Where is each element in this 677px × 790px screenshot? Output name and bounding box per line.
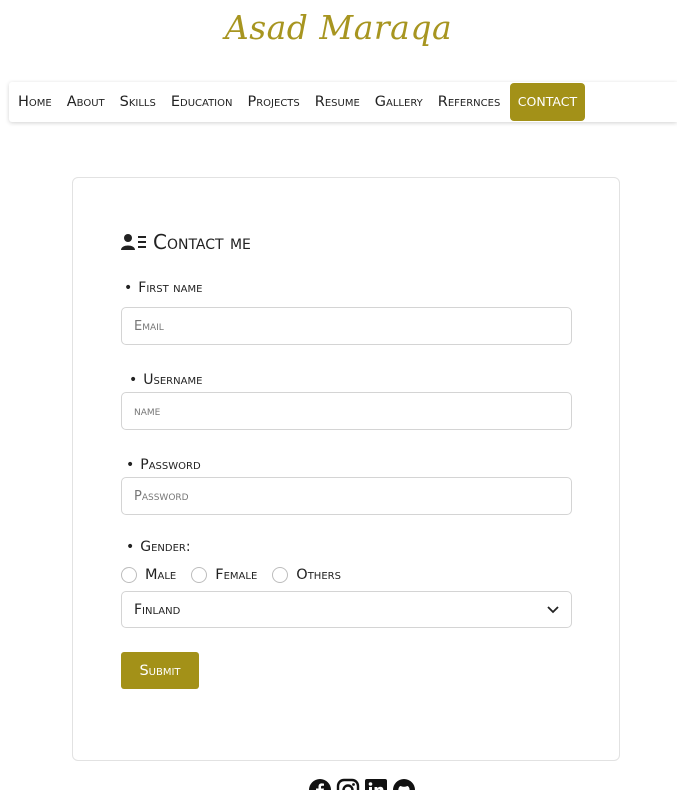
password-label: • Password [126, 457, 201, 473]
nav-skills[interactable]: Skills [112, 82, 163, 122]
bullet-dot: • [129, 372, 138, 388]
social-links [308, 778, 416, 790]
bullet-dot: • [126, 539, 135, 555]
nav-gallery[interactable]: Gallery [367, 82, 430, 122]
facebook-icon[interactable] [308, 778, 332, 790]
username-label: • Username [129, 372, 202, 388]
gender-radio-group: Male Female Others [121, 567, 356, 583]
nav-home[interactable]: Home [9, 82, 59, 122]
gender-option-others[interactable]: Others [272, 567, 341, 583]
main-navbar: Home About Skills Education Projects Res… [9, 82, 677, 122]
radio-others-label: Others [296, 567, 341, 583]
chevron-down-icon [547, 605, 559, 613]
radio-female[interactable] [191, 567, 208, 583]
country-select[interactable]: Finland [121, 591, 572, 628]
country-select-value: Finland [134, 601, 181, 618]
form-title: Contact me [121, 230, 251, 254]
first-name-label: • First name [124, 280, 202, 296]
gender-option-male[interactable]: Male [121, 567, 176, 583]
gender-label: • Gender: [126, 539, 191, 555]
first-name-input[interactable] [121, 307, 572, 345]
first-name-label-text: First name [138, 280, 203, 296]
form-title-text: Contact me [153, 230, 251, 254]
linkedin-icon[interactable] [364, 778, 388, 790]
username-input[interactable] [121, 392, 572, 430]
radio-male-label: Male [145, 567, 177, 583]
contact-form-card: Contact me • First name • Username • Passwo… [72, 177, 620, 761]
brand-logo: Asad Maraqa [0, 8, 677, 47]
username-label-text: Username [143, 372, 203, 388]
nav-education[interactable]: Education [163, 82, 240, 122]
nav-about[interactable]: About [59, 82, 112, 122]
submit-button[interactable]: Submit [121, 652, 199, 689]
gender-label-text: Gender: [140, 539, 191, 555]
nav-resume[interactable]: Resume [307, 82, 367, 122]
brand-name: Asad Maraqa [224, 8, 453, 47]
radio-male[interactable] [121, 567, 137, 583]
contact-card-icon [121, 234, 146, 250]
gender-option-female[interactable]: Female [191, 567, 257, 583]
password-input[interactable] [121, 477, 572, 515]
bullet-dot: • [126, 457, 135, 473]
radio-others[interactable] [272, 567, 289, 583]
nav-refernces[interactable]: Refernces [430, 82, 508, 122]
password-label-text: Password [140, 457, 201, 473]
nav-contact[interactable]: contact [509, 83, 586, 121]
radio-female-label: Female [215, 567, 258, 583]
github-icon[interactable] [392, 778, 416, 790]
instagram-icon[interactable] [336, 778, 360, 790]
nav-projects[interactable]: Projects [240, 82, 307, 122]
bullet-dot: • [124, 280, 133, 296]
